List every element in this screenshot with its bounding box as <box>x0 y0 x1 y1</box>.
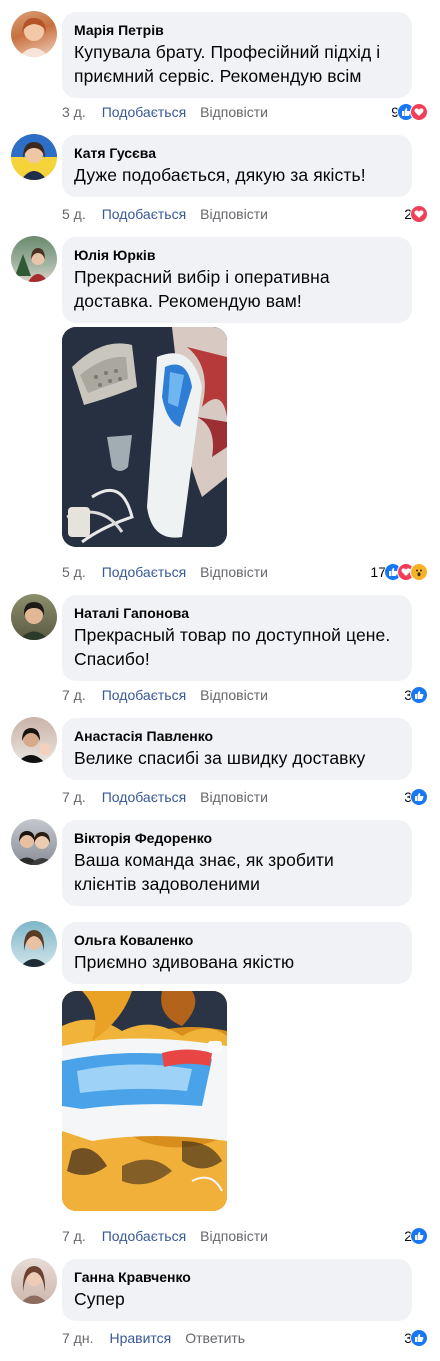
comment-text: Супер <box>74 1289 125 1309</box>
comment-time[interactable]: 7 д. <box>62 685 86 705</box>
comment-time[interactable]: 3 д. <box>62 102 86 122</box>
avatar[interactable] <box>11 11 57 57</box>
comment-text: Купувала брату. Професійний підхід і при… <box>74 42 381 86</box>
comment-text: Прекрасный товар по доступной цене. Спас… <box>74 625 391 669</box>
reply-button[interactable]: Відповісти <box>200 562 268 582</box>
comment-actions: 3 д. Подобається Відповісти <box>62 102 268 122</box>
like-button[interactable]: Подобається <box>102 685 186 705</box>
commenter-name[interactable]: Вікторія Федоренко <box>74 829 400 847</box>
commenter-name[interactable]: Катя Гусєва <box>74 144 400 162</box>
like-icon <box>410 788 428 806</box>
comment-time[interactable]: 5 д. <box>62 562 86 582</box>
reply-button[interactable]: Відповісти <box>200 102 268 122</box>
comment-bubble: Катя Гусєва Дуже подобається, дякую за я… <box>62 135 412 197</box>
comment-actions: 7 д. Подобається Відповісти <box>62 685 268 705</box>
like-icon <box>410 1329 428 1347</box>
reactions-summary[interactable]: 3 <box>404 1328 428 1348</box>
comment-actions: 7 д. Подобається Відповісти <box>62 787 268 807</box>
commenter-name[interactable]: Анастасія Павленко <box>74 727 400 745</box>
like-button[interactable]: Подобається <box>102 204 186 224</box>
reply-button[interactable]: Ответить <box>185 1328 245 1348</box>
comment-photo[interactable] <box>62 327 227 547</box>
comment-time[interactable]: 7 дн. <box>62 1328 93 1348</box>
reactions-summary[interactable]: 3 <box>404 787 428 807</box>
avatar[interactable] <box>11 819 57 865</box>
like-button[interactable]: Подобається <box>102 102 186 122</box>
love-icon <box>410 205 428 223</box>
reactions-summary[interactable]: 9 <box>391 102 428 122</box>
comment-time[interactable]: 5 д. <box>62 204 86 224</box>
avatar[interactable] <box>11 594 57 640</box>
comment-bubble: Юлія Юрків Прекрасний вибір і оперативна… <box>62 237 412 323</box>
comment-bubble: Вікторія Федоренко Ваша команда знає, як… <box>62 820 412 906</box>
comment-time[interactable]: 7 д. <box>62 787 86 807</box>
love-icon <box>410 103 428 121</box>
comment-text: Приємно здивована якістю <box>74 952 295 972</box>
commenter-name[interactable]: Марія Петрів <box>74 21 400 39</box>
reactions-summary[interactable]: 2 <box>404 1226 428 1246</box>
comment-actions: 7 дн. Нравится Ответить <box>62 1328 245 1348</box>
like-icon <box>410 1227 428 1245</box>
comment-text: Дуже подобається, дякую за якість! <box>74 165 366 185</box>
comment-bubble: Ганна Кравченко Супер <box>62 1259 412 1321</box>
commenter-name[interactable]: Ольга Коваленко <box>74 931 400 949</box>
comment-bubble: Марія Петрів Купувала брату. Професійний… <box>62 12 412 98</box>
like-button[interactable]: Подобається <box>102 562 186 582</box>
commenter-name[interactable]: Наталі Гапонова <box>74 604 400 622</box>
commenter-name[interactable]: Ганна Кравченко <box>74 1268 400 1286</box>
reactions-summary[interactable]: 17 <box>370 562 428 582</box>
like-button[interactable]: Нравится <box>109 1328 171 1348</box>
reply-button[interactable]: Відповісти <box>200 1226 268 1246</box>
reply-button[interactable]: Відповісти <box>200 204 268 224</box>
comment-actions: 5 д. Подобається Відповісти <box>62 562 268 582</box>
comment-text: Ваша команда знає, як зробити клієнтів з… <box>74 850 334 894</box>
comment-time[interactable]: 7 д. <box>62 1226 86 1246</box>
avatar[interactable] <box>11 134 57 180</box>
wow-icon <box>410 563 428 581</box>
comment-bubble: Ольга Коваленко Приємно здивована якістю <box>62 922 412 984</box>
comment-text: Прекрасний вибір і оперативна доставка. … <box>74 267 330 311</box>
comment-photo[interactable] <box>62 991 227 1211</box>
like-button[interactable]: Подобається <box>102 1226 186 1246</box>
comment-bubble: Наталі Гапонова Прекрасный товар по дост… <box>62 595 412 681</box>
like-button[interactable]: Подобається <box>102 787 186 807</box>
avatar[interactable] <box>11 236 57 282</box>
comment-bubble: Анастасія Павленко Велике спасибі за шви… <box>62 718 412 780</box>
reactions-summary[interactable]: 2 <box>404 204 428 224</box>
like-icon <box>410 686 428 704</box>
avatar[interactable] <box>11 1258 57 1304</box>
comment-actions: 5 д. Подобається Відповісти <box>62 204 268 224</box>
comment-actions: 7 д. Подобається Відповісти <box>62 1226 268 1246</box>
reply-button[interactable]: Відповісти <box>200 685 268 705</box>
avatar[interactable] <box>11 921 57 967</box>
reactions-summary[interactable]: 3 <box>404 685 428 705</box>
comment-text: Велике спасибі за швидку доставку <box>74 748 366 768</box>
commenter-name[interactable]: Юлія Юрків <box>74 246 400 264</box>
reply-button[interactable]: Відповісти <box>200 787 268 807</box>
avatar[interactable] <box>11 717 57 763</box>
